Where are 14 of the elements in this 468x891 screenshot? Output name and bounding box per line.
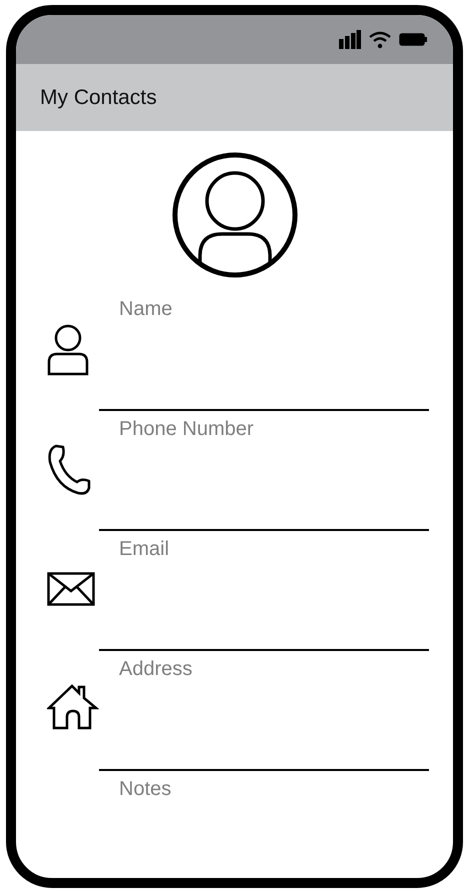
screen-title: My Contacts <box>40 86 157 110</box>
input-field[interactable]: Email <box>99 531 429 651</box>
signal-icon <box>339 30 361 49</box>
input-field[interactable]: Phone Number <box>99 411 429 531</box>
battery-icon <box>399 33 427 46</box>
avatar-icon[interactable] <box>172 152 298 278</box>
input-field[interactable]: Address <box>99 651 429 771</box>
home-icon <box>47 684 99 730</box>
input-field[interactable]: Name <box>99 291 429 411</box>
input-field[interactable]: Notes <box>99 771 429 871</box>
person-icon <box>47 324 89 376</box>
phone-icon <box>47 444 91 496</box>
wifi-icon <box>369 30 391 48</box>
mail-icon <box>47 572 95 606</box>
